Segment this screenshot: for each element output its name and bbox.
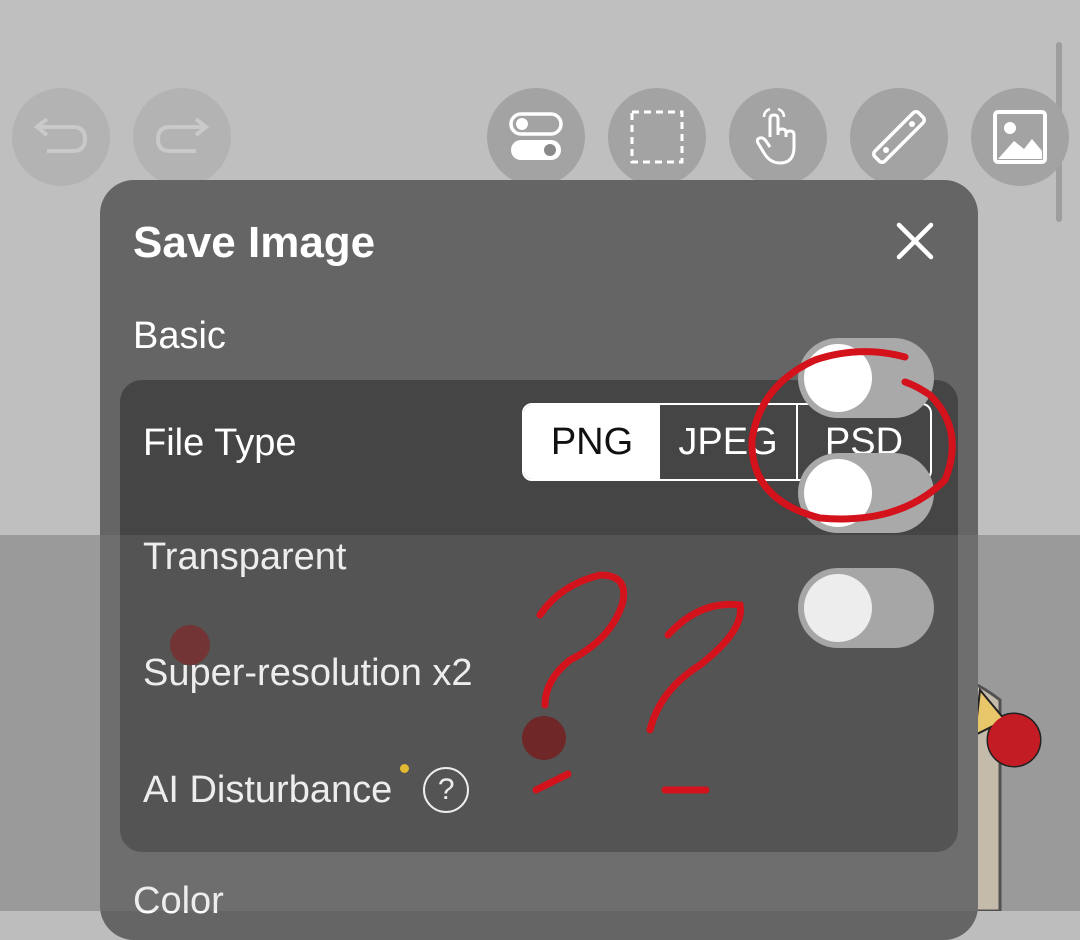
undo-icon [33, 117, 89, 157]
dialog-title: Save Image [133, 218, 376, 267]
selection-button[interactable] [608, 88, 706, 186]
close-button[interactable] [890, 218, 940, 268]
image-icon [992, 109, 1048, 165]
super-resolution-toggle[interactable] [798, 453, 934, 533]
ai-disturbance-toggle[interactable] [798, 568, 934, 648]
transparent-toggle[interactable] [798, 338, 934, 418]
new-indicator-dot [400, 763, 410, 773]
section-heading-color: Color [133, 880, 224, 922]
ai-disturbance-row: AI Disturbance ? [143, 763, 470, 813]
toggle-knob [804, 574, 872, 642]
redo-icon [154, 117, 210, 157]
touch-button[interactable] [729, 88, 827, 186]
ruler-icon [870, 108, 928, 166]
transparent-label: Transparent [143, 536, 347, 578]
section-heading-basic: Basic [133, 315, 226, 357]
toggle-knob [804, 459, 872, 527]
super-resolution-label: Super-resolution x2 [143, 652, 473, 694]
undo-button[interactable] [12, 88, 110, 186]
redo-button[interactable] [133, 88, 231, 186]
selection-rect-icon [629, 109, 685, 165]
file-type-option-png[interactable]: PNG [524, 405, 660, 479]
touch-hand-icon [750, 107, 806, 167]
file-type-option-jpeg[interactable]: JPEG [660, 405, 798, 479]
file-type-label: File Type [143, 422, 297, 464]
toggle-knob [804, 344, 872, 412]
image-button[interactable] [971, 88, 1069, 186]
ai-disturbance-label: AI Disturbance [143, 768, 393, 811]
toggle-settings-button[interactable] [487, 88, 585, 186]
help-icon[interactable]: ? [423, 767, 470, 813]
close-icon [895, 221, 935, 266]
ruler-button[interactable] [850, 88, 948, 186]
save-image-dialog: Save Image Basic File Type PNG JPEG PSD … [100, 180, 978, 940]
toggle-switches-icon [508, 111, 564, 163]
